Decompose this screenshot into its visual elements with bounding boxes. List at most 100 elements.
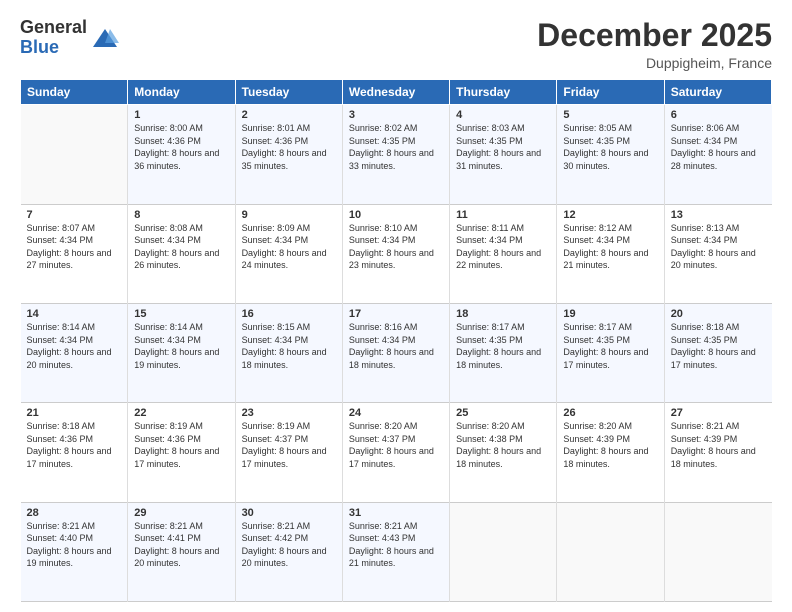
- cell-content: Sunrise: 8:06 AMSunset: 4:34 PMDaylight:…: [671, 122, 766, 172]
- day-number: 20: [671, 308, 766, 320]
- day-number: 14: [27, 308, 122, 320]
- day-cell: [450, 502, 557, 601]
- cell-content: Sunrise: 8:19 AMSunset: 4:37 PMDaylight:…: [242, 420, 336, 470]
- cell-content: Sunrise: 8:17 AMSunset: 4:35 PMDaylight:…: [456, 321, 550, 371]
- cell-content: Sunrise: 8:03 AMSunset: 4:35 PMDaylight:…: [456, 122, 550, 172]
- day-number: 10: [349, 209, 443, 221]
- week-row-1: 1Sunrise: 8:00 AMSunset: 4:36 PMDaylight…: [21, 105, 772, 204]
- col-sunday: Sunday: [21, 80, 128, 105]
- calendar-header: Sunday Monday Tuesday Wednesday Thursday…: [21, 80, 772, 105]
- cell-content: Sunrise: 8:21 AMSunset: 4:39 PMDaylight:…: [671, 420, 766, 470]
- cell-content: Sunrise: 8:01 AMSunset: 4:36 PMDaylight:…: [242, 122, 336, 172]
- col-monday: Monday: [128, 80, 235, 105]
- day-cell: 4Sunrise: 8:03 AMSunset: 4:35 PMDaylight…: [450, 105, 557, 204]
- day-number: 17: [349, 308, 443, 320]
- day-cell: 7Sunrise: 8:07 AMSunset: 4:34 PMDaylight…: [21, 204, 128, 303]
- day-number: 3: [349, 109, 443, 121]
- day-cell: 15Sunrise: 8:14 AMSunset: 4:34 PMDayligh…: [128, 303, 235, 402]
- col-wednesday: Wednesday: [342, 80, 449, 105]
- cell-content: Sunrise: 8:13 AMSunset: 4:34 PMDaylight:…: [671, 222, 766, 272]
- day-cell: 13Sunrise: 8:13 AMSunset: 4:34 PMDayligh…: [664, 204, 771, 303]
- calendar-body: 1Sunrise: 8:00 AMSunset: 4:36 PMDaylight…: [21, 105, 772, 602]
- cell-content: Sunrise: 8:21 AMSunset: 4:40 PMDaylight:…: [27, 520, 122, 570]
- day-cell: 29Sunrise: 8:21 AMSunset: 4:41 PMDayligh…: [128, 502, 235, 601]
- day-cell: 17Sunrise: 8:16 AMSunset: 4:34 PMDayligh…: [342, 303, 449, 402]
- month-title: December 2025: [537, 18, 772, 53]
- cell-content: Sunrise: 8:20 AMSunset: 4:39 PMDaylight:…: [563, 420, 657, 470]
- day-number: 1: [134, 109, 228, 121]
- day-number: 9: [242, 209, 336, 221]
- day-number: 31: [349, 507, 443, 519]
- day-number: 30: [242, 507, 336, 519]
- day-cell: 27Sunrise: 8:21 AMSunset: 4:39 PMDayligh…: [664, 403, 771, 502]
- day-number: 2: [242, 109, 336, 121]
- day-number: 29: [134, 507, 228, 519]
- cell-content: Sunrise: 8:16 AMSunset: 4:34 PMDaylight:…: [349, 321, 443, 371]
- day-cell: 3Sunrise: 8:02 AMSunset: 4:35 PMDaylight…: [342, 105, 449, 204]
- cell-content: Sunrise: 8:21 AMSunset: 4:42 PMDaylight:…: [242, 520, 336, 570]
- day-cell: 12Sunrise: 8:12 AMSunset: 4:34 PMDayligh…: [557, 204, 664, 303]
- col-saturday: Saturday: [664, 80, 771, 105]
- cell-content: Sunrise: 8:21 AMSunset: 4:43 PMDaylight:…: [349, 520, 443, 570]
- day-cell: 6Sunrise: 8:06 AMSunset: 4:34 PMDaylight…: [664, 105, 771, 204]
- logo: General Blue: [20, 18, 119, 58]
- day-cell: 31Sunrise: 8:21 AMSunset: 4:43 PMDayligh…: [342, 502, 449, 601]
- day-number: 15: [134, 308, 228, 320]
- day-cell: 10Sunrise: 8:10 AMSunset: 4:34 PMDayligh…: [342, 204, 449, 303]
- day-cell: [557, 502, 664, 601]
- header-row: Sunday Monday Tuesday Wednesday Thursday…: [21, 80, 772, 105]
- day-number: 25: [456, 407, 550, 419]
- cell-content: Sunrise: 8:10 AMSunset: 4:34 PMDaylight:…: [349, 222, 443, 272]
- day-cell: 18Sunrise: 8:17 AMSunset: 4:35 PMDayligh…: [450, 303, 557, 402]
- week-row-3: 14Sunrise: 8:14 AMSunset: 4:34 PMDayligh…: [21, 303, 772, 402]
- day-number: 4: [456, 109, 550, 121]
- logo-blue-text: Blue: [20, 38, 87, 58]
- cell-content: Sunrise: 8:12 AMSunset: 4:34 PMDaylight:…: [563, 222, 657, 272]
- day-cell: 24Sunrise: 8:20 AMSunset: 4:37 PMDayligh…: [342, 403, 449, 502]
- day-number: 28: [27, 507, 122, 519]
- week-row-2: 7Sunrise: 8:07 AMSunset: 4:34 PMDaylight…: [21, 204, 772, 303]
- day-cell: 1Sunrise: 8:00 AMSunset: 4:36 PMDaylight…: [128, 105, 235, 204]
- cell-content: Sunrise: 8:19 AMSunset: 4:36 PMDaylight:…: [134, 420, 228, 470]
- week-row-4: 21Sunrise: 8:18 AMSunset: 4:36 PMDayligh…: [21, 403, 772, 502]
- day-cell: 22Sunrise: 8:19 AMSunset: 4:36 PMDayligh…: [128, 403, 235, 502]
- day-cell: 19Sunrise: 8:17 AMSunset: 4:35 PMDayligh…: [557, 303, 664, 402]
- title-block: December 2025 Duppigheim, France: [537, 18, 772, 71]
- day-cell: 8Sunrise: 8:08 AMSunset: 4:34 PMDaylight…: [128, 204, 235, 303]
- logo-general-text: General: [20, 18, 87, 38]
- day-number: 26: [563, 407, 657, 419]
- day-cell: 25Sunrise: 8:20 AMSunset: 4:38 PMDayligh…: [450, 403, 557, 502]
- day-number: 19: [563, 308, 657, 320]
- day-number: 18: [456, 308, 550, 320]
- day-cell: 9Sunrise: 8:09 AMSunset: 4:34 PMDaylight…: [235, 204, 342, 303]
- day-number: 11: [456, 209, 550, 221]
- day-cell: 21Sunrise: 8:18 AMSunset: 4:36 PMDayligh…: [21, 403, 128, 502]
- day-number: 21: [27, 407, 122, 419]
- col-thursday: Thursday: [450, 80, 557, 105]
- cell-content: Sunrise: 8:21 AMSunset: 4:41 PMDaylight:…: [134, 520, 228, 570]
- cell-content: Sunrise: 8:07 AMSunset: 4:34 PMDaylight:…: [27, 222, 122, 272]
- day-cell: 30Sunrise: 8:21 AMSunset: 4:42 PMDayligh…: [235, 502, 342, 601]
- day-cell: 26Sunrise: 8:20 AMSunset: 4:39 PMDayligh…: [557, 403, 664, 502]
- week-row-5: 28Sunrise: 8:21 AMSunset: 4:40 PMDayligh…: [21, 502, 772, 601]
- day-number: 8: [134, 209, 228, 221]
- cell-content: Sunrise: 8:15 AMSunset: 4:34 PMDaylight:…: [242, 321, 336, 371]
- day-number: 7: [27, 209, 122, 221]
- day-cell: 16Sunrise: 8:15 AMSunset: 4:34 PMDayligh…: [235, 303, 342, 402]
- day-number: 23: [242, 407, 336, 419]
- day-number: 13: [671, 209, 766, 221]
- day-number: 6: [671, 109, 766, 121]
- col-friday: Friday: [557, 80, 664, 105]
- location: Duppigheim, France: [537, 55, 772, 71]
- cell-content: Sunrise: 8:08 AMSunset: 4:34 PMDaylight:…: [134, 222, 228, 272]
- page: General Blue December 2025 Duppigheim, F…: [0, 0, 792, 612]
- cell-content: Sunrise: 8:18 AMSunset: 4:35 PMDaylight:…: [671, 321, 766, 371]
- cell-content: Sunrise: 8:11 AMSunset: 4:34 PMDaylight:…: [456, 222, 550, 272]
- day-cell: 5Sunrise: 8:05 AMSunset: 4:35 PMDaylight…: [557, 105, 664, 204]
- cell-content: Sunrise: 8:09 AMSunset: 4:34 PMDaylight:…: [242, 222, 336, 272]
- day-cell: 28Sunrise: 8:21 AMSunset: 4:40 PMDayligh…: [21, 502, 128, 601]
- cell-content: Sunrise: 8:00 AMSunset: 4:36 PMDaylight:…: [134, 122, 228, 172]
- day-number: 22: [134, 407, 228, 419]
- cell-content: Sunrise: 8:02 AMSunset: 4:35 PMDaylight:…: [349, 122, 443, 172]
- cell-content: Sunrise: 8:20 AMSunset: 4:38 PMDaylight:…: [456, 420, 550, 470]
